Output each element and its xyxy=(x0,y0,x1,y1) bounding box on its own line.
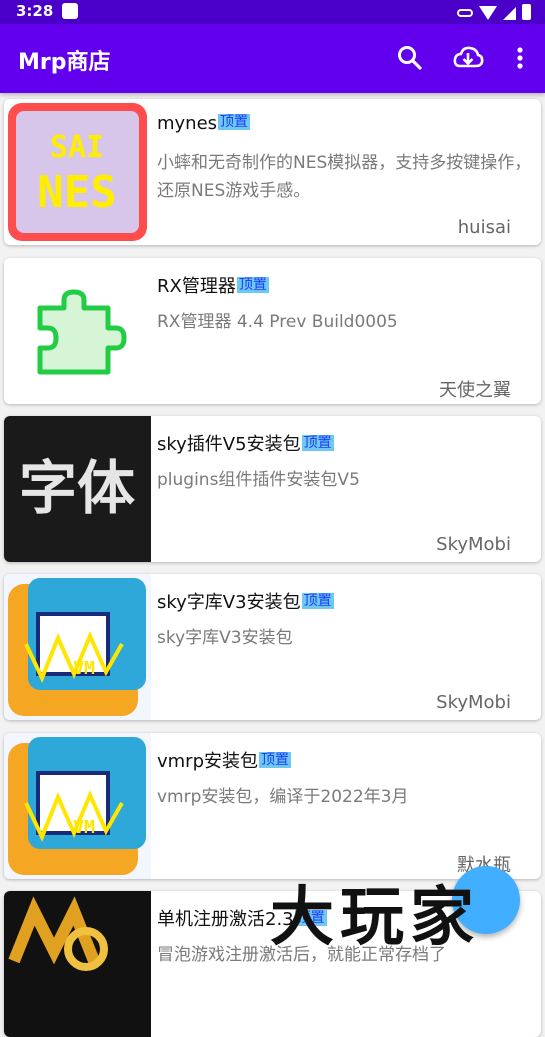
list-item-sky-font-v3[interactable]: VM sky字库V3安装包 顶置 sky字库V3安装包 SkyMobi xyxy=(4,574,541,720)
search-icon xyxy=(398,46,422,70)
watermark-logo: 大玩家 xyxy=(270,881,480,955)
item-name: RX管理器 顶置 xyxy=(157,276,269,297)
download-button[interactable] xyxy=(452,42,484,74)
pinned-badge: 顶置 xyxy=(301,593,334,609)
list-item-sky-plugin-v5[interactable]: 字体 sky插件V5安装包 顶置 plugins组件插件安装包V5 SkyMobi xyxy=(4,416,541,562)
sky-plugin-thumbnail: 字体 xyxy=(4,416,151,562)
thumb-nes-text: NES xyxy=(37,167,116,218)
status-bar: 3:28 xyxy=(0,0,545,24)
thumb-vm-text: VM xyxy=(73,658,95,679)
list-item-vmrp[interactable]: VM vmrp安装包顶置 vmrp安装包，编译于2022年3月 默水瓶 xyxy=(4,733,541,879)
status-icons xyxy=(457,2,531,20)
pinned-badge: 顶置 xyxy=(301,435,334,451)
item-description: plugins组件插件安装包V5 xyxy=(157,470,360,490)
list-item-rx-manager[interactable]: RX管理器 顶置 RX管理器 4.4 Prev Build0005 天使之翼 xyxy=(4,258,541,404)
item-description: 小蟀和无奇制作的NES模拟器，支持多按键操作，还原NES游戏手感。 xyxy=(157,153,532,201)
thumb-vm-text: VM xyxy=(73,817,95,838)
notification-icon xyxy=(62,3,78,19)
item-name: mynes 顶置 xyxy=(157,113,251,134)
item-description: RX管理器 4.4 Prev Build0005 xyxy=(157,312,398,332)
app-title: Mrp商店 xyxy=(18,50,111,75)
battery-icon xyxy=(522,4,531,20)
item-author: 天使之翼 xyxy=(439,380,511,401)
cellular-signal-icon xyxy=(503,6,516,20)
search-button[interactable] xyxy=(394,42,426,74)
cloud-download-icon xyxy=(453,46,484,68)
wifi-icon xyxy=(479,5,497,20)
sky-font-thumbnail: VM xyxy=(4,574,151,720)
status-time: 3:28 xyxy=(16,2,54,20)
item-description: sky字库V3安装包 xyxy=(157,628,293,648)
pinned-badge: 顶置 xyxy=(218,114,251,130)
pinned-badge: 顶置 xyxy=(259,752,292,768)
mynes-thumbnail: SAI NES xyxy=(4,99,151,245)
more-options-button[interactable] xyxy=(504,42,536,74)
item-description: vmrp安装包，编译于2022年3月 xyxy=(157,787,409,807)
app-bar: Mrp商店 xyxy=(0,24,545,93)
vmrp-thumbnail: VM xyxy=(4,733,151,879)
item-author: SkyMobi xyxy=(436,534,511,555)
pinned-badge: 顶置 xyxy=(236,277,269,293)
item-author: SkyMobi xyxy=(436,692,511,713)
list-item-mynes[interactable]: SAI NES mynes 顶置 小蟀和无奇制作的NES模拟器，支持多按键操作，还… xyxy=(4,99,541,245)
item-author: huisai xyxy=(457,217,511,238)
rx-manager-thumbnail xyxy=(4,258,151,404)
vpn-key-icon xyxy=(457,9,473,17)
item-name: sky字库V3安装包 顶置 xyxy=(157,592,334,613)
thumb-sai-text: SAI xyxy=(50,130,104,165)
register-activate-thumbnail xyxy=(4,891,151,1037)
more-vert-icon xyxy=(517,47,523,69)
item-name: sky插件V5安装包 顶置 xyxy=(157,434,334,455)
thumb-font-text: 字体 xyxy=(19,454,135,522)
item-name: vmrp安装包 顶置 xyxy=(157,751,292,772)
